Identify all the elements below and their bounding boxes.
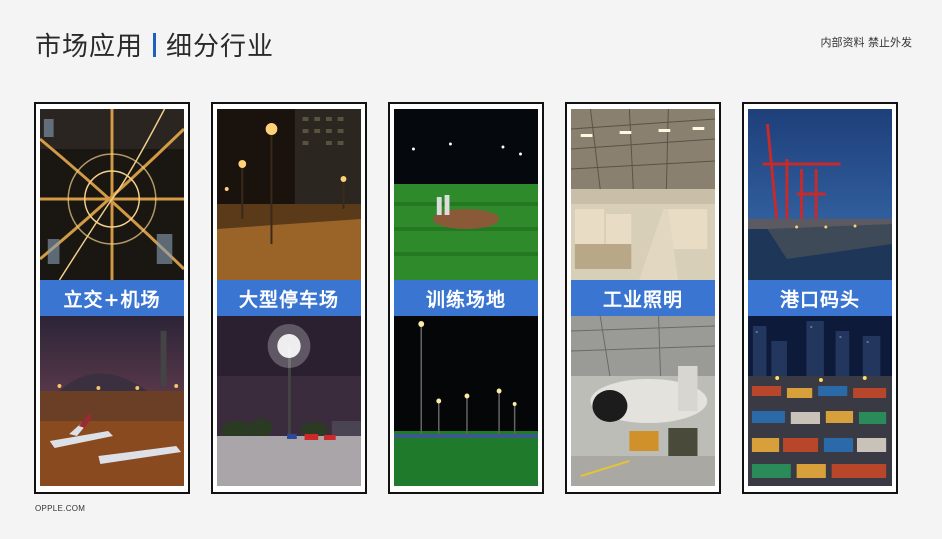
warehouse-interior-image [571,109,715,280]
aircraft-hangar-image [571,316,715,486]
baseball-field-image [394,109,538,280]
footer-site: OPPLE.COM [35,504,86,513]
parking-floodlight-image [217,316,361,486]
airport-image [40,316,184,486]
highway-interchange-image [40,109,184,280]
container-terminal-image [748,316,892,486]
card-label: 立交+机场 [40,280,184,316]
title-divider [153,32,157,57]
card-label: 港口码头 [748,280,892,316]
industry-card-parking[interactable]: 大型停车场 [211,102,367,494]
page-title: 市场应用 细分行业 [35,26,274,63]
port-crane-image [748,109,892,280]
card-label: 工业照明 [571,280,715,316]
page-title-main: 市场应用 [35,32,144,62]
page-title-sub: 细分行业 [166,32,275,62]
card-label: 训练场地 [394,280,538,316]
card-label: 大型停车场 [217,280,361,316]
confidential-notice: 内部资料 禁止外发 [820,36,913,49]
industry-card-port[interactable]: 港口码头 [742,102,898,494]
industry-card-interchange-airport[interactable]: 立交+机场 [34,102,190,494]
parking-lot-image [217,109,361,280]
sports-field-floodlight-image [394,316,538,486]
industry-card-training-field[interactable]: 训练场地 [388,102,544,494]
industry-card-industrial[interactable]: 工业照明 [565,102,721,494]
